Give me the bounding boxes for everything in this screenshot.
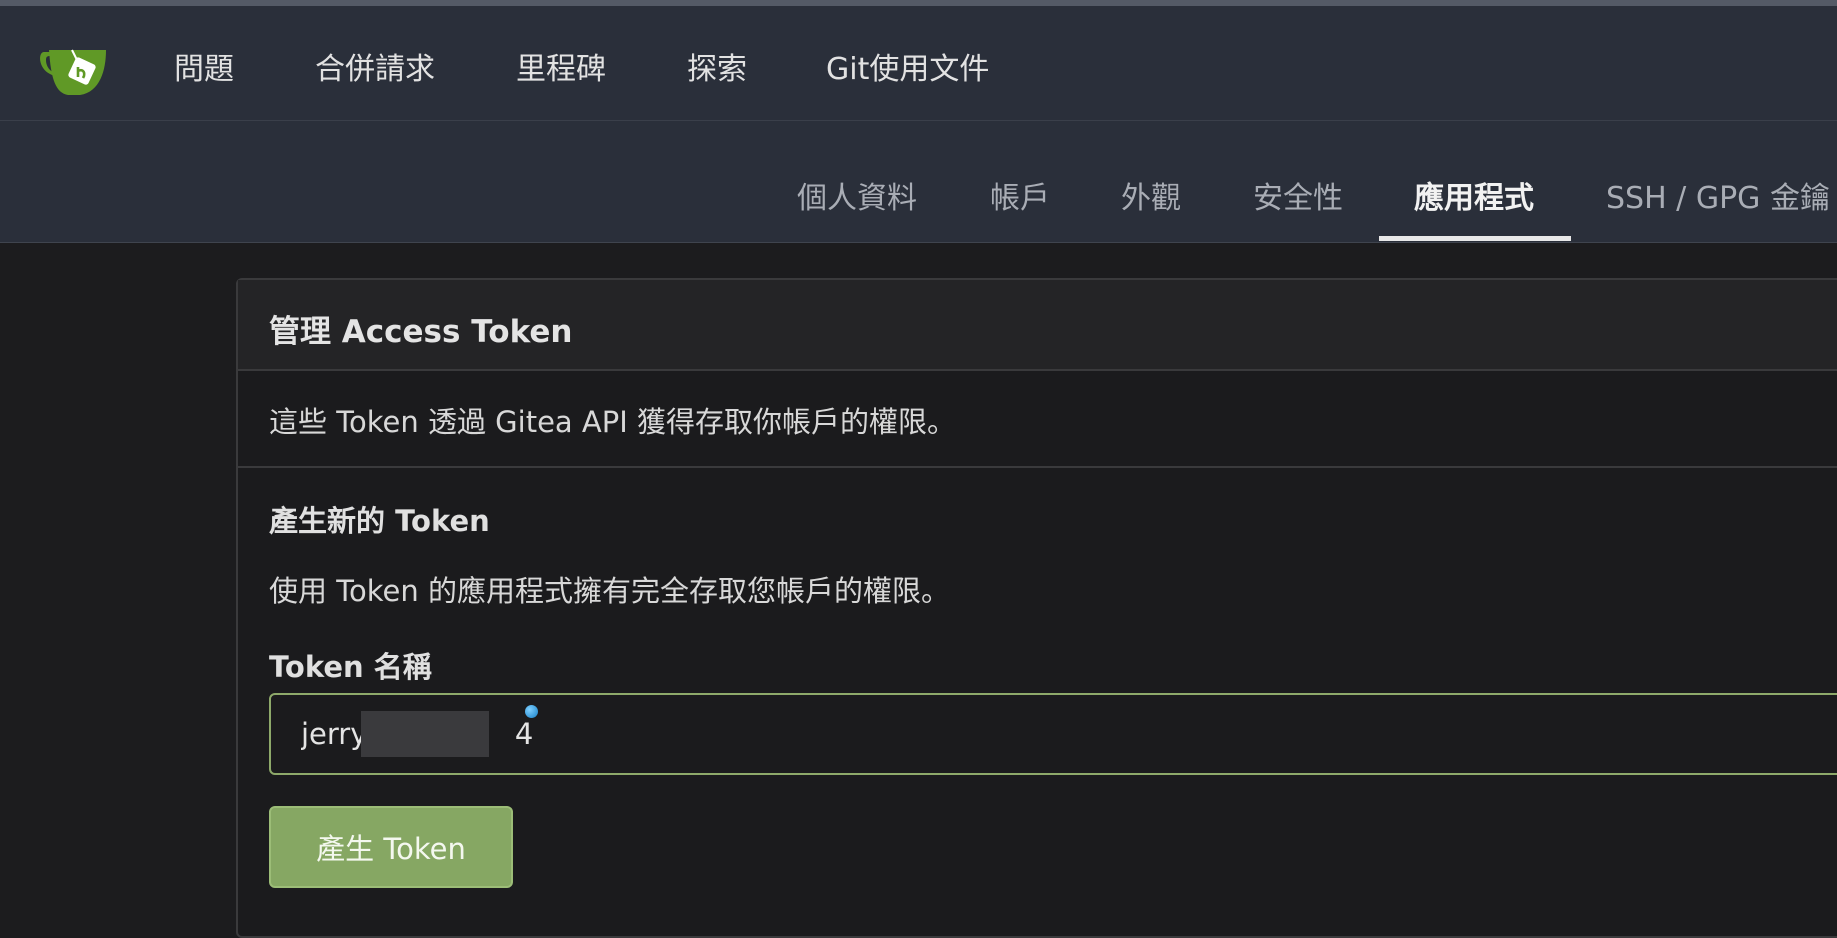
tab-account[interactable]: 帳戶: [990, 173, 1050, 217]
settings-tab-bar: 個人資料 帳戶 外觀 安全性 應用程式 SSH / GPG 金鑰: [0, 121, 1837, 243]
generate-token-description: 使用 Token 的應用程式擁有完全存取您帳戶的權限。: [269, 574, 950, 608]
nav-issues[interactable]: 問題: [174, 44, 234, 88]
gitea-logo-icon[interactable]: [38, 40, 110, 100]
nav-milestones[interactable]: 里程碑: [516, 44, 606, 88]
nav-explore[interactable]: 探索: [687, 44, 747, 88]
top-navbar: 問題 合併請求 里程碑 探索 Git使用文件: [0, 6, 1837, 121]
tab-ssh-gpg-keys[interactable]: SSH / GPG 金鑰: [1606, 173, 1830, 217]
tab-applications[interactable]: 應用程式: [1414, 173, 1534, 217]
redacted-text-block: [361, 711, 489, 757]
tab-security[interactable]: 安全性: [1253, 173, 1343, 217]
token-name-label: Token 名稱: [269, 650, 432, 684]
access-token-panel: 管理 Access Token 這些 Token 透過 Gitea API 獲得…: [236, 278, 1837, 938]
generate-token-button[interactable]: 產生 Token: [269, 806, 513, 888]
active-tab-indicator: [1379, 236, 1571, 241]
cursor-indicator-icon: [525, 705, 538, 718]
nav-git-docs[interactable]: Git使用文件: [826, 44, 989, 88]
nav-pull-requests[interactable]: 合併請求: [315, 44, 435, 88]
generate-token-heading: 產生新的 Token: [269, 504, 490, 538]
token-name-input[interactable]: [269, 693, 1837, 775]
tab-appearance[interactable]: 外觀: [1121, 173, 1181, 217]
panel-description: 這些 Token 透過 Gitea API 獲得存取你帳戶的權限。: [269, 405, 956, 439]
panel-description-row: 這些 Token 透過 Gitea API 獲得存取你帳戶的權限。: [238, 371, 1837, 468]
panel-title: 管理 Access Token: [269, 314, 573, 350]
panel-header: 管理 Access Token: [238, 280, 1837, 371]
tab-profile[interactable]: 個人資料: [797, 173, 917, 217]
